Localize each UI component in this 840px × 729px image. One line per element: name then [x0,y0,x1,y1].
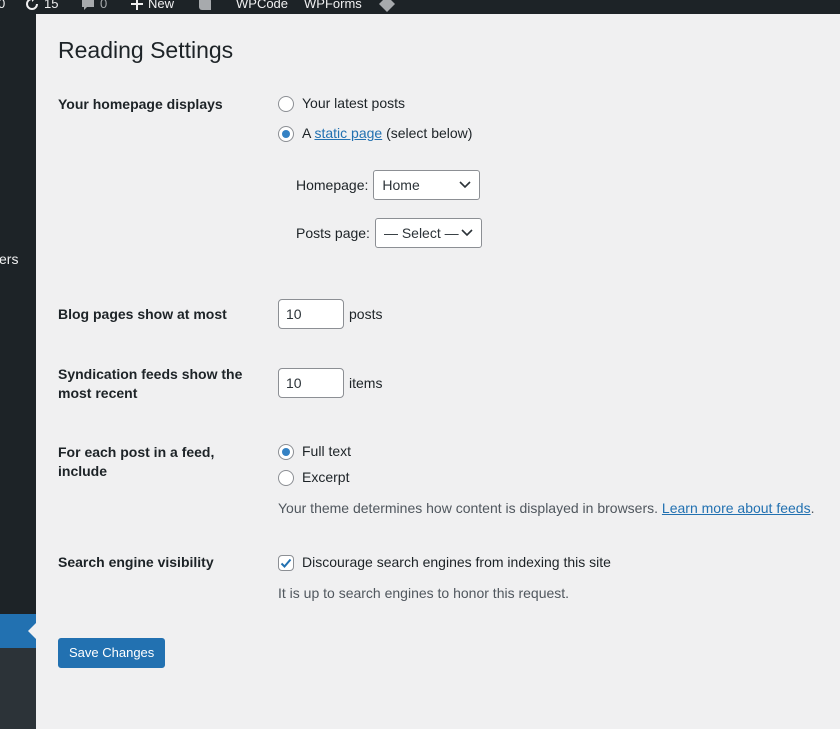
discourage-search-checkbox[interactable] [278,554,294,571]
static-page-link[interactable]: static page [314,125,382,141]
updates-count: 15 [44,0,59,11]
admin-sidebar: ers [0,14,36,729]
syndication-label: Syndication feeds show the most recent [58,366,243,401]
latest-posts-label: Your latest posts [302,95,405,111]
full-text-radio[interactable] [278,443,294,460]
posts-page-select-row: Posts page: — Select — [296,218,482,248]
wpcode-label: WPCode [236,0,289,11]
option-full-text[interactable]: Full text [278,442,351,461]
plus-icon [131,0,143,10]
page-title: Reading Settings [58,37,234,63]
homepage-label: Homepage: [296,177,369,193]
comments-count: 0 [100,0,108,11]
excerpt-radio[interactable] [278,469,294,486]
syndication-unit: items [349,375,383,391]
syndication-input[interactable]: 10 [278,368,344,398]
site-count[interactable]: 0 [0,0,5,14]
yoast-item[interactable] [196,0,214,14]
blog-pages-row: 10 posts [278,299,382,329]
blog-pages-label: Blog pages show at most [58,306,227,322]
feed-content-label: For each post in a feed, include [58,444,215,479]
wpforms-item[interactable]: WPForms [304,0,362,14]
static-suffix: (select below) [386,125,473,141]
feed-description-period: . [810,500,815,516]
homepage-select[interactable]: Home [373,170,481,200]
static-page-label: A static page (select below) [302,124,472,143]
diamond-icon [379,0,395,12]
posts-page-label: Posts page: [296,225,370,241]
option-latest-posts[interactable]: Your latest posts [278,94,405,113]
static-page-radio[interactable] [278,125,294,142]
updates-item[interactable]: 15 [24,0,58,14]
static-prefix: A [302,125,311,141]
chevron-down-icon [461,229,473,237]
latest-posts-radio[interactable] [278,95,294,112]
wpforms-label: WPForms [304,0,362,11]
homepage-displays-label: Your homepage displays [58,96,223,112]
sidebar-menu-item-users[interactable]: ers [0,250,18,268]
discourage-search-label: Discourage search engines from indexing … [302,554,611,570]
main-content: Reading Settings Your homepage displays … [36,14,840,729]
search-visibility-description: It is up to search engines to honor this… [278,585,570,601]
homepage-value: Home [382,177,420,193]
feed-description: Your theme determines how content is dis… [278,499,814,518]
wpcode-item[interactable]: WPCode [236,0,288,14]
yoast-icon [199,0,211,10]
save-changes-button[interactable]: Save Changes [58,638,166,668]
updates-icon [26,0,38,10]
checkmark-icon [280,558,292,568]
posts-page-value: — Select — [383,225,459,241]
excerpt-label: Excerpt [302,469,350,485]
search-visibility-label: Search engine visibility [58,554,214,570]
homepage-select-row: Homepage: Home [296,170,481,200]
full-text-label: Full text [302,443,352,459]
admin-bar: 0 15 0 New WPCode WPForms [0,0,840,14]
new-label: New [148,0,175,11]
comments-item[interactable]: 0 [80,0,107,14]
chevron-down-icon [459,181,471,189]
feed-description-text: Your theme determines how content is dis… [278,500,659,516]
blog-pages-input[interactable]: 10 [278,299,344,329]
sidebar-submenu [0,648,36,729]
syndication-row: 10 items [278,368,382,398]
discourage-search-option[interactable]: Discourage search engines from indexing … [278,553,611,572]
posts-page-select[interactable]: — Select — [374,218,482,248]
blog-pages-unit: posts [349,306,383,322]
current-menu-arrow [28,623,36,639]
option-static-page[interactable]: A static page (select below) [278,124,472,143]
new-content-item[interactable]: New [130,0,174,14]
option-excerpt[interactable]: Excerpt [278,468,349,487]
comment-icon [82,0,94,10]
learn-more-feeds-link[interactable]: Learn more about feeds [662,500,811,516]
diamond-item[interactable] [378,0,396,14]
site-count-text: 0 [0,0,6,11]
